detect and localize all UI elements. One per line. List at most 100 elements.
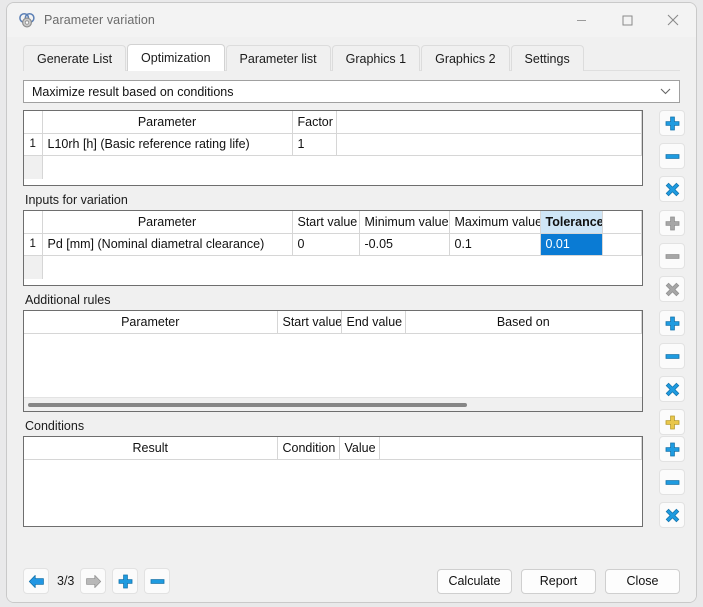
col-rownum: [24, 211, 43, 234]
cell-tolerance[interactable]: 0.01: [540, 233, 603, 256]
results-table-buttons: [659, 110, 685, 209]
results-block: Parameter Factor 1 L10rh [h] (Basic refe…: [23, 110, 685, 202]
conditions-section-label: Conditions: [25, 419, 85, 433]
close-button[interactable]: Close: [605, 568, 680, 594]
clear-results-button[interactable]: [659, 176, 685, 202]
col-start-value: Start value: [277, 311, 342, 334]
rules-table-buttons: [659, 310, 685, 442]
clear-conditions-button[interactable]: [659, 502, 685, 528]
tab-label: Graphics 1: [345, 51, 407, 66]
conditions-table[interactable]: Result Condition Value: [23, 436, 643, 527]
add-input-button: [659, 210, 685, 236]
table-row[interactable]: 1 Pd [mm] (Nominal diametral clearance) …: [24, 233, 642, 256]
previous-page-button[interactable]: [23, 568, 49, 594]
remove-input-button: [659, 243, 685, 269]
table-filler-row: [24, 255, 642, 279]
table-header-row: Result Condition Value: [24, 437, 642, 460]
filler-cell: [540, 255, 602, 279]
cell-rownum: 1: [24, 133, 43, 156]
maximize-icon[interactable]: [604, 3, 650, 37]
col-result: Result: [24, 437, 278, 460]
cell-blank: [602, 233, 642, 256]
report-button[interactable]: Report: [521, 568, 596, 594]
tab-label: Optimization: [141, 51, 211, 65]
col-tolerance: Tolerance: [540, 211, 603, 234]
add-page-button[interactable]: [112, 568, 139, 594]
tab-graphics-2[interactable]: Graphics 2: [421, 45, 510, 71]
remove-condition-button[interactable]: [659, 469, 685, 495]
filler-cell: [292, 155, 336, 179]
tab-parameter-list[interactable]: Parameter list: [225, 45, 331, 71]
table-header-row: Parameter Factor: [24, 111, 642, 134]
page-indicator: 3/3: [57, 574, 75, 588]
calculate-button[interactable]: Calculate: [437, 568, 512, 594]
col-value: Value: [339, 437, 380, 460]
add-condition-button[interactable]: [659, 436, 685, 462]
clear-inputs-button: [659, 276, 685, 302]
table-header-row: Parameter Start value Minimum value Maxi…: [24, 211, 642, 234]
tab-generate-list[interactable]: Generate List: [23, 45, 127, 71]
conditions-block: Result Condition Value: [23, 436, 685, 528]
col-based-on: Based on: [405, 311, 642, 334]
page-navigation: 3/3: [23, 568, 176, 594]
tab-label: Settings: [524, 51, 570, 66]
cell-parameter[interactable]: L10rh [h] (Basic reference rating life): [42, 133, 293, 156]
cell-parameter[interactable]: Pd [mm] (Nominal diametral clearance): [42, 233, 293, 256]
optimization-mode-select[interactable]: Maximize result based on conditions: [23, 80, 680, 103]
col-maximum-value: Maximum value: [449, 211, 541, 234]
horizontal-scrollbar[interactable]: [24, 397, 642, 411]
footer-bar: 3/3 Calculate Report Close: [7, 560, 696, 602]
minimize-icon[interactable]: [558, 3, 604, 37]
chevron-down-icon[interactable]: [660, 81, 671, 102]
remove-page-button[interactable]: [144, 568, 171, 594]
title-bar: Parameter variation: [7, 3, 696, 37]
close-icon[interactable]: [650, 3, 696, 37]
add-rule-alt-button[interactable]: [659, 409, 685, 435]
additional-rules-table[interactable]: Parameter Start value End value Based on: [23, 310, 643, 412]
filler-rownum: [24, 255, 43, 279]
cell-blank: [336, 133, 642, 156]
window-controls: [558, 3, 696, 37]
filler-cell: [449, 255, 540, 279]
clear-rules-button[interactable]: [659, 376, 685, 402]
table-row[interactable]: 1 L10rh [h] (Basic reference rating life…: [24, 133, 642, 156]
scrollbar-thumb[interactable]: [28, 402, 468, 407]
tab-label: Generate List: [37, 51, 113, 66]
remove-rule-button[interactable]: [659, 343, 685, 369]
col-factor: Factor: [292, 111, 337, 134]
add-rule-button[interactable]: [659, 310, 685, 336]
cell-factor[interactable]: 1: [292, 133, 337, 156]
tab-strip: Generate List Optimization Parameter lis…: [7, 44, 696, 71]
table-filler-row: [24, 155, 642, 179]
next-page-button: [80, 568, 107, 594]
col-rownum: [24, 111, 43, 134]
remove-result-button[interactable]: [659, 143, 685, 169]
tab-settings[interactable]: Settings: [510, 45, 584, 71]
bearing-icon: [19, 12, 35, 28]
col-condition: Condition: [277, 437, 340, 460]
rules-section-label: Additional rules: [25, 293, 111, 307]
tab-graphics-1[interactable]: Graphics 1: [331, 45, 421, 71]
col-parameter: Parameter: [24, 311, 278, 334]
window-title: Parameter variation: [44, 13, 155, 27]
tab-optimization[interactable]: Optimization: [127, 44, 225, 71]
inputs-section-label: Inputs for variation: [25, 193, 128, 207]
conditions-table-buttons: [659, 436, 685, 535]
cell-start-value[interactable]: 0: [292, 233, 360, 256]
parameter-variation-window: Parameter variation Generate List Optimi…: [6, 2, 697, 603]
col-end-value: End value: [341, 311, 406, 334]
filler-cell: [336, 155, 642, 179]
tab-label: Graphics 2: [435, 51, 496, 66]
tab-label: Parameter list: [239, 51, 317, 66]
table-header-row: Parameter Start value End value Based on: [24, 311, 642, 334]
filler-cell: [42, 155, 292, 179]
inputs-table-buttons: [659, 210, 685, 309]
inputs-table[interactable]: Parameter Start value Minimum value Maxi…: [23, 210, 643, 286]
add-result-button[interactable]: [659, 110, 685, 136]
filler-cell: [42, 255, 292, 279]
cell-minimum-value[interactable]: -0.05: [359, 233, 450, 256]
cell-maximum-value[interactable]: 0.1: [449, 233, 541, 256]
results-table[interactable]: Parameter Factor 1 L10rh [h] (Basic refe…: [23, 110, 643, 186]
optimization-mode-value: Maximize result based on conditions: [32, 84, 234, 99]
filler-cell: [602, 255, 642, 279]
